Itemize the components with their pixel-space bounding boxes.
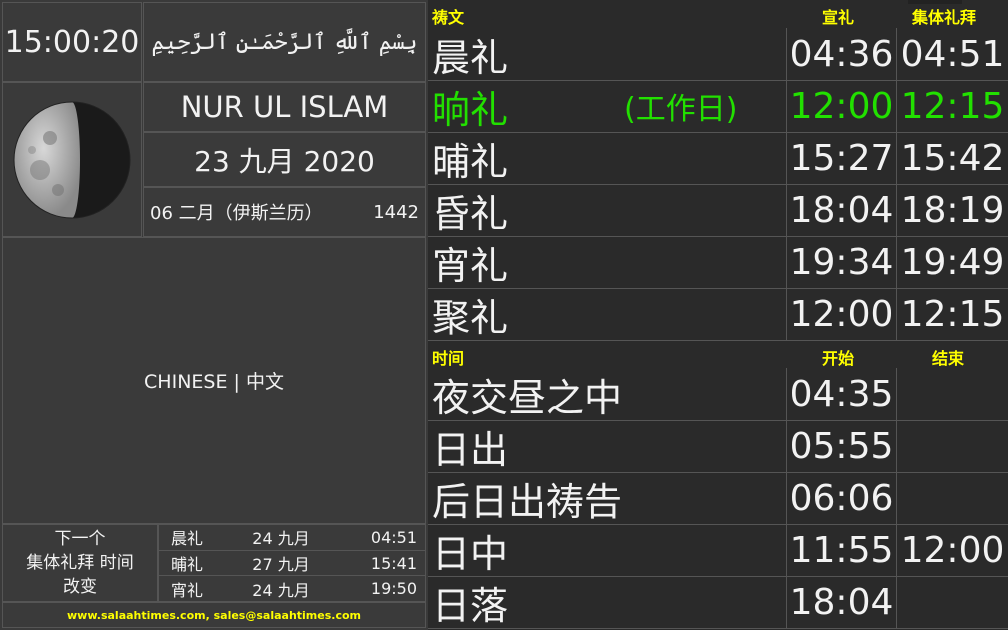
prayer-name: 晨礼	[432, 35, 509, 80]
moon-phase-icon	[13, 101, 131, 218]
next-change-prayer: 晡礼	[171, 555, 204, 574]
adhan-time: 12:00	[786, 288, 896, 340]
end-time	[896, 576, 1008, 628]
times-row: 日中 11:55 12:00	[428, 524, 1008, 577]
times-row: 日出 05:55	[428, 420, 1008, 473]
iqamah-time: 12:15	[896, 288, 1008, 340]
next-change-prayer: 宵礼	[171, 580, 204, 600]
prayer-row-dhuhr: 晌礼 (工作日) 12:00 12:15	[428, 80, 1008, 133]
header-prayer: 祷文	[432, 8, 465, 27]
iqamah-time: 18:19	[896, 184, 1008, 236]
times-row: 夜交昼之中 04:35	[428, 368, 1008, 421]
footer-contact[interactable]: www.salaahtimes.com, sales@salaahtimes.c…	[2, 602, 426, 628]
adhan-time: 12:00	[786, 80, 896, 132]
times-table-header: 时间 开始 结束	[428, 341, 1008, 368]
hijri-year: 1442	[373, 201, 419, 223]
adhan-time: 15:27	[786, 132, 896, 184]
next-change-line: 集体礼拜 时间	[26, 553, 134, 573]
prayer-row-jumuah: 聚礼 12:00 12:15	[428, 288, 1008, 341]
workday-note: (工作日)	[624, 92, 738, 127]
prayer-name: 宵礼	[432, 243, 509, 288]
prayer-row-fajr: 晨礼 04:36 04:51	[428, 28, 1008, 81]
header-iqamah: 集体礼拜	[912, 8, 977, 27]
moon-phase	[2, 82, 142, 237]
prayer-name: 昏礼	[432, 191, 509, 236]
next-change-line: 改变	[63, 577, 97, 597]
iqamah-time: 12:15	[896, 80, 1008, 132]
prayer-name: 聚礼	[432, 295, 509, 340]
prayer-row-maghrib: 昏礼 18:04 18:19	[428, 184, 1008, 237]
next-change-line: 下一个	[54, 529, 106, 549]
prayer-row-asr: 晡礼 15:27 15:42	[428, 132, 1008, 185]
times-row: 日落 18:04	[428, 576, 1008, 629]
prayer-name: 晡礼	[432, 139, 509, 184]
end-time	[896, 472, 1008, 524]
language-selector[interactable]: CHINESE | 中文	[2, 237, 426, 524]
header-start: 开始	[822, 349, 855, 368]
next-change-table: 晨礼 24 九月 04:51 晡礼 27 九月 15:41 宵礼 24 九月 1…	[158, 524, 426, 602]
bismillah-text: بِسْمِ ٱللَّهِ ٱلرَّحْمَـٰنِ ٱلرَّحِيمِ	[143, 2, 426, 82]
prayer-table-header: 祷文 宣礼 集体礼拜	[428, 0, 1008, 27]
next-change-row: 晨礼 24 九月 04:51	[159, 525, 425, 551]
start-time: 06:06	[786, 472, 896, 524]
start-time: 11:55	[786, 524, 896, 576]
end-time: 12:00	[896, 524, 1008, 576]
end-time	[896, 420, 1008, 472]
current-time: 15:00:20	[2, 2, 142, 82]
header-time: 时间	[432, 349, 465, 368]
adhan-time: 18:04	[786, 184, 896, 236]
next-change-time: 04:51	[370, 527, 417, 547]
iqamah-time: 15:42	[896, 132, 1008, 184]
next-change-time: 15:41	[370, 553, 417, 573]
time-name: 日中	[432, 531, 509, 576]
next-change-date: 24 九月	[252, 580, 310, 600]
next-change-row: 晡礼 27 九月 15:41	[159, 551, 425, 577]
next-change-date: 24 九月	[252, 529, 310, 549]
next-change-prayer: 晨礼	[171, 529, 204, 549]
start-time: 18:04	[786, 576, 896, 628]
time-name: 后日出祷告	[432, 479, 623, 524]
hijri-date: 06 二月（伊斯兰历） 1442	[143, 187, 426, 237]
next-change-date: 27 九月	[252, 555, 310, 574]
start-time: 04:35	[786, 368, 896, 420]
next-change-time: 19:50	[370, 579, 417, 599]
time-name: 夜交昼之中	[432, 375, 623, 420]
prayer-times-panel: 祷文 宣礼 集体礼拜 晨礼 04:36 04:51 晌礼 (工作日) 12:00…	[428, 0, 1008, 630]
time-name: 日出	[432, 427, 509, 472]
header-end: 结束	[932, 349, 965, 368]
left-panel: 15:00:20 بِسْمِ ٱللَّهِ ٱلرَّحْمَـٰنِ ٱل…	[0, 0, 426, 630]
mosque-name: NUR UL ISLAM	[143, 82, 426, 132]
gregorian-date: 23 九月 2020	[143, 132, 426, 187]
end-time	[896, 368, 1008, 420]
hijri-day-month: 06 二月（伊斯兰历）	[150, 203, 323, 224]
adhan-time: 19:34	[786, 236, 896, 288]
time-name: 日落	[432, 583, 509, 628]
iqamah-time: 04:51	[896, 28, 1008, 80]
next-change-row: 宵礼 24 九月 19:50	[159, 576, 425, 601]
adhan-time: 04:36	[786, 28, 896, 80]
start-time: 05:55	[786, 420, 896, 472]
next-change-label: 下一个 集体礼拜 时间 改变	[2, 524, 158, 602]
header-adhan: 宣礼	[822, 8, 855, 27]
times-row: 后日出祷告 06:06	[428, 472, 1008, 525]
prayer-row-isha: 宵礼 19:34 19:49	[428, 236, 1008, 289]
iqamah-time: 19:49	[896, 236, 1008, 288]
